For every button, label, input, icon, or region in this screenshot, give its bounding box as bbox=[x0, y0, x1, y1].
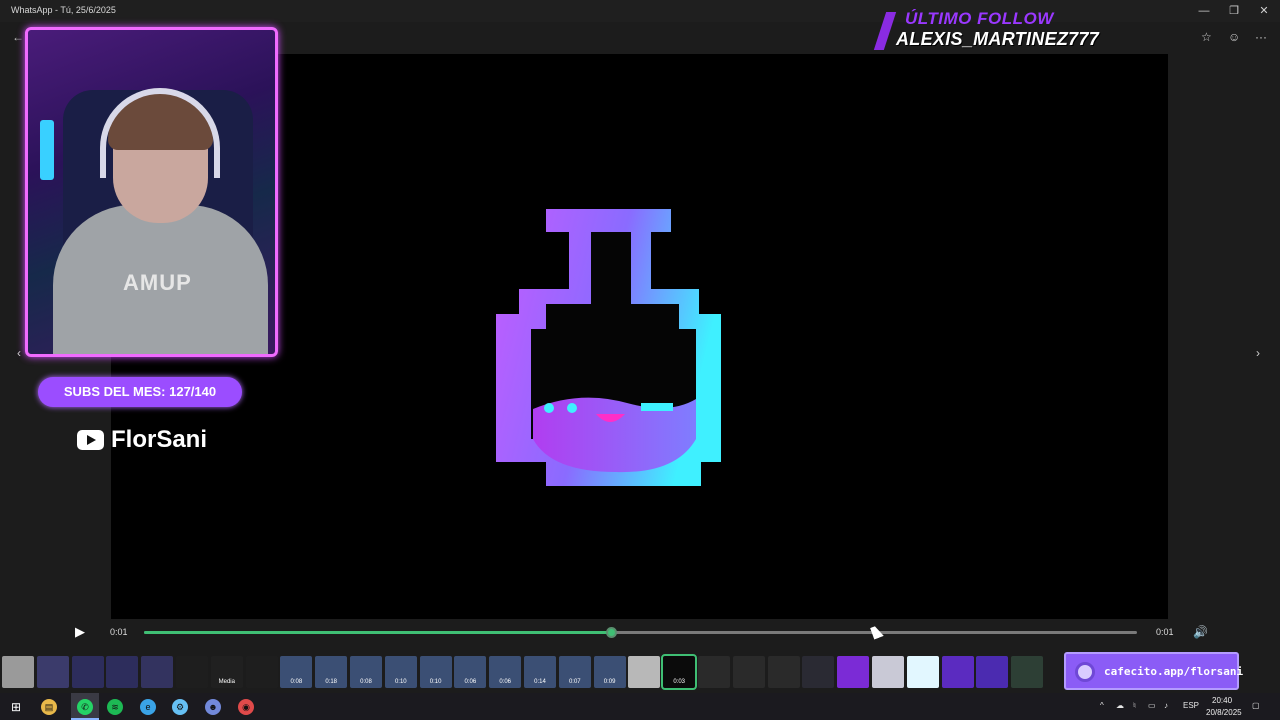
thumbnail-duration: 0:10 bbox=[429, 679, 442, 685]
clock-time[interactable]: 20:40 bbox=[1212, 696, 1232, 705]
media-thumbnail[interactable]: 0:10 bbox=[384, 656, 417, 688]
spotify-icon[interactable]: ≋ bbox=[107, 699, 123, 715]
cafecito-logo-icon bbox=[1075, 662, 1095, 682]
seek-bar[interactable] bbox=[144, 627, 1137, 638]
thumbnail-duration: 0:08 bbox=[290, 679, 303, 685]
media-thumbnail[interactable] bbox=[1011, 656, 1044, 688]
network-icon[interactable]: ▭ bbox=[1148, 701, 1156, 710]
subs-goal-badge: SUBS DEL MES: 127/140 bbox=[38, 377, 242, 407]
thumbnail-duration: Media bbox=[218, 679, 235, 685]
subs-goal-text: SUBS DEL MES: 127/140 bbox=[63, 384, 217, 399]
language-indicator[interactable]: ESP bbox=[1183, 701, 1199, 710]
media-thumbnail[interactable]: 0:14 bbox=[524, 656, 556, 688]
media-thumbnail[interactable] bbox=[176, 656, 208, 688]
onedrive-icon[interactable]: ☁ bbox=[1116, 701, 1124, 710]
media-thumbnail[interactable]: 0:09 bbox=[593, 656, 626, 688]
whatsapp-icon[interactable]: ✆ bbox=[77, 699, 93, 715]
media-thumbnail[interactable] bbox=[106, 656, 139, 688]
media-thumbnail[interactable]: 0:06 bbox=[489, 656, 522, 688]
media-thumbnail[interactable] bbox=[698, 656, 730, 688]
media-thumbnail-strip: Media 0:08 0:18 0:08 0:10 0:10 0:06 0:06 0:14 0:0… bbox=[0, 654, 1060, 690]
media-thumbnail[interactable] bbox=[767, 656, 800, 688]
media-thumbnail[interactable]: 0:03 bbox=[661, 654, 698, 690]
youtube-icon bbox=[77, 430, 104, 450]
thumbnail-duration: 0:18 bbox=[325, 679, 338, 685]
media-thumbnail[interactable] bbox=[2, 656, 34, 688]
thumbnail-duration: 0:07 bbox=[568, 679, 581, 685]
media-thumbnail[interactable] bbox=[732, 656, 765, 688]
thumbnail-duration: 0:10 bbox=[394, 679, 407, 685]
media-thumbnail[interactable] bbox=[802, 656, 835, 688]
thumbnail-duration: 0:06 bbox=[499, 679, 512, 685]
total-time: 0:01 bbox=[1156, 627, 1174, 637]
start-menu-icon[interactable]: ⊞ bbox=[8, 699, 24, 715]
emoji-icon[interactable]: ☺ bbox=[1228, 30, 1240, 44]
volume-icon[interactable]: 🔊 bbox=[1193, 625, 1208, 639]
back-arrow-icon[interactable]: ← bbox=[12, 30, 24, 44]
potion-logo bbox=[496, 209, 721, 486]
seek-bar-progress bbox=[144, 631, 611, 634]
close-button[interactable]: ✕ bbox=[1256, 3, 1272, 19]
media-thumbnail[interactable] bbox=[872, 656, 904, 688]
next-arrow-icon[interactable]: › bbox=[1256, 346, 1260, 360]
media-thumbnail[interactable]: 0:06 bbox=[454, 656, 487, 688]
taskbar: ⊞ ^ ☁ ♮ ▭ ♪ ESP ▢ ▤ ✆ ≋ e ⚙ ☻ ◉ bbox=[0, 693, 1280, 720]
clock-date[interactable]: 20/8/2025 bbox=[1206, 708, 1242, 717]
media-thumbnail[interactable]: 0:07 bbox=[558, 656, 591, 688]
notifications-icon[interactable]: ▢ bbox=[1252, 701, 1260, 710]
media-thumbnail[interactable] bbox=[245, 656, 278, 688]
thumbnail-duration: 0:14 bbox=[534, 679, 546, 685]
media-thumbnail[interactable] bbox=[976, 656, 1009, 688]
media-thumbnail[interactable]: 0:08 bbox=[280, 656, 313, 688]
tray-chevron-icon[interactable]: ^ bbox=[1100, 701, 1104, 710]
webcam-feed: AMUP bbox=[25, 27, 278, 357]
cafecito-banner: cafecito.app/florsani bbox=[1064, 652, 1243, 690]
thumbnail-duration: 0:08 bbox=[360, 679, 372, 685]
restore-button[interactable]: ❐ bbox=[1226, 3, 1242, 19]
more-options-icon[interactable]: ··· bbox=[1255, 30, 1267, 44]
hoodie-logo-text: AMUP bbox=[123, 270, 192, 295]
neon-lamp bbox=[40, 120, 54, 180]
window-title: WhatsApp - Tú, 25/6/2025 bbox=[11, 5, 116, 15]
steam-icon[interactable]: ⚙ bbox=[172, 699, 188, 715]
media-thumbnail[interactable] bbox=[941, 656, 974, 688]
media-thumbnail[interactable] bbox=[71, 656, 104, 688]
thumbnail-duration: 0:06 bbox=[464, 679, 477, 685]
current-time: 0:01 bbox=[110, 627, 128, 637]
last-follow-label: ÚLTIMO FOLLOW bbox=[905, 9, 1054, 28]
media-thumbnail[interactable] bbox=[837, 656, 870, 688]
media-thumbnail[interactable]: 0:18 bbox=[315, 656, 348, 688]
minimize-button[interactable]: — bbox=[1196, 3, 1212, 19]
file-explorer-icon[interactable]: ▤ bbox=[41, 699, 57, 715]
media-thumbnail[interactable]: 0:10 bbox=[419, 656, 452, 688]
play-button[interactable]: ▶ bbox=[75, 624, 85, 640]
edge-icon[interactable]: e bbox=[140, 699, 156, 715]
previous-arrow-icon[interactable]: ‹ bbox=[17, 346, 21, 360]
last-follow-name: ALEXIS_MARTINEZ777 bbox=[896, 29, 1100, 49]
media-thumbnail[interactable] bbox=[628, 656, 661, 688]
media-thumbnail[interactable] bbox=[906, 656, 939, 688]
title-bar bbox=[0, 0, 1280, 22]
media-thumbnail[interactable] bbox=[36, 656, 69, 688]
obs-icon[interactable]: ◉ bbox=[238, 699, 254, 715]
channel-name: FlorSani bbox=[111, 426, 208, 453]
thumbnail-duration: 0:03 bbox=[673, 679, 686, 685]
media-thumbnail[interactable]: Media bbox=[210, 656, 243, 688]
speaker-icon[interactable]: ♪ bbox=[1164, 701, 1168, 710]
thumbnail-duration: 0:09 bbox=[603, 679, 616, 685]
media-thumbnail[interactable] bbox=[141, 656, 174, 688]
star-icon[interactable]: ☆ bbox=[1201, 30, 1212, 44]
mouse-cursor-icon bbox=[870, 624, 884, 640]
media-thumbnail[interactable]: 0:08 bbox=[350, 656, 382, 688]
discord-icon[interactable]: ☻ bbox=[205, 699, 221, 715]
microphone-icon[interactable]: ♮ bbox=[1133, 701, 1136, 710]
seek-handle[interactable] bbox=[605, 627, 617, 638]
cafecito-link-text: cafecito.app/florsani bbox=[1104, 665, 1244, 678]
